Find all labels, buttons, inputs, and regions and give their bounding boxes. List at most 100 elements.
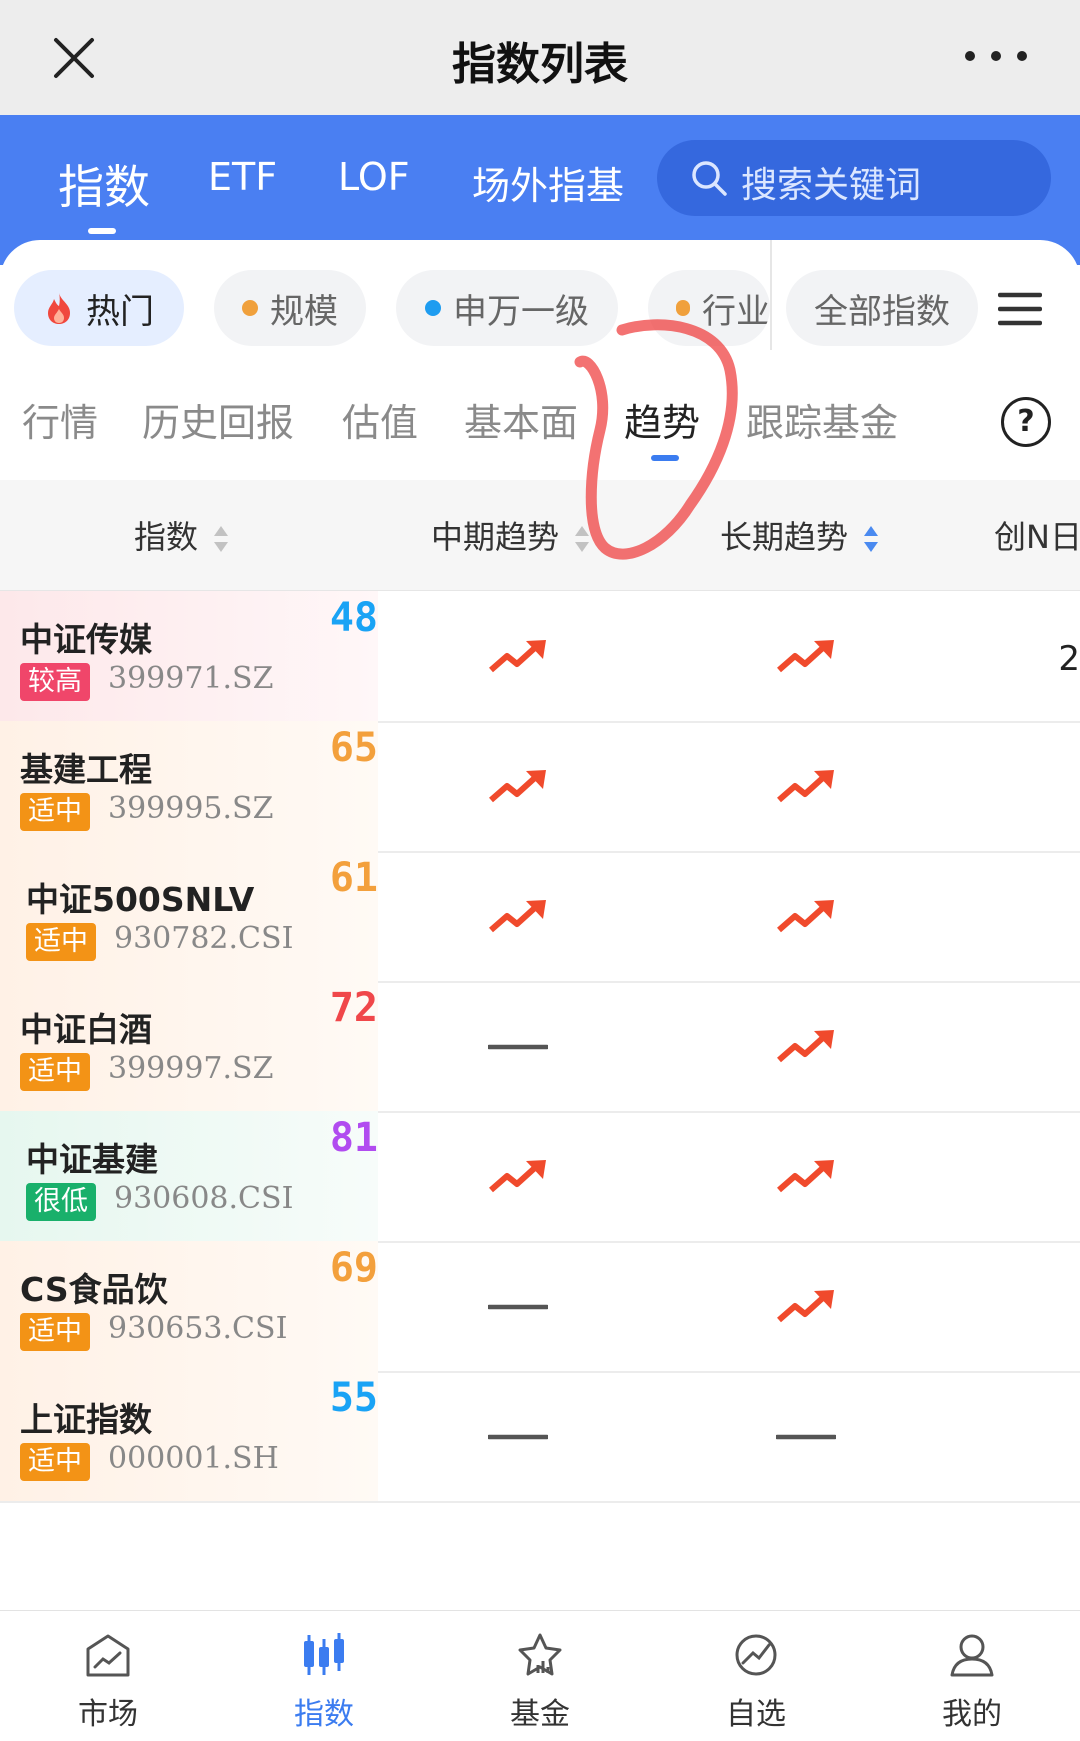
table-header: 指数 中期趋势 长期趋势 创N日	[0, 480, 1080, 591]
subtab-trend[interactable]: 趋势	[624, 392, 700, 447]
table-row[interactable]: 基建工程适中 399995.SZ 65	[0, 721, 1080, 853]
table-row[interactable]: 中证500SNLV 适中 930782.CSI 61	[0, 851, 1080, 983]
menu-icon[interactable]	[998, 292, 1042, 326]
sort-icon	[864, 526, 879, 552]
tab-otc-index-fund[interactable]: 场外指基	[472, 155, 624, 210]
trend-up-icon	[777, 770, 834, 803]
chip-scale[interactable]: 规模	[214, 270, 366, 346]
index-name: 基建工程	[20, 750, 152, 789]
nav-fund[interactable]: 基金	[432, 1611, 648, 1741]
subtab-history-return[interactable]: 历史回报	[142, 392, 294, 447]
trend-up-icon	[489, 770, 546, 803]
chip-industry[interactable]: 行业	[648, 270, 770, 346]
index-info-cell: 中证500SNLV 适中 930782.CSI 61	[0, 851, 378, 981]
valuation-badge: 较高	[20, 663, 90, 701]
flame-icon	[48, 293, 70, 324]
col-new-high[interactable]: 创N日	[994, 512, 1080, 558]
nav-label: 指数	[294, 1697, 354, 1732]
index-info-cell: 基建工程适中 399995.SZ 65	[0, 721, 378, 851]
dot-icon	[676, 300, 690, 316]
nav-watchlist[interactable]: 自选	[648, 1611, 864, 1741]
index-info-cell: 中证传媒较高 399971.SZ 48	[0, 591, 378, 721]
temperature-score: 48	[329, 595, 378, 641]
index-name: 中证传媒	[20, 620, 152, 659]
index-name: 中证基建	[26, 1140, 158, 1179]
more-icon[interactable]	[956, 46, 1036, 66]
subtab-tracking-funds[interactable]: 跟踪基金	[746, 392, 898, 447]
trend-flat-icon	[776, 1434, 836, 1440]
index-code: 930782.CSI	[114, 921, 294, 956]
chip-hot[interactable]: 热门	[14, 270, 184, 346]
index-info-cell: 中证基建 很低 930608.CSI 81	[0, 1111, 378, 1241]
temperature-score: 69	[329, 1245, 378, 1291]
search-input[interactable]: 搜索关键词	[657, 140, 1051, 216]
trend-up-icon	[777, 1290, 834, 1323]
content-card: 热门 规模 申万一级 行业 全部指数 行情 历史回报 估值 基本面 趋势 跟踪基…	[0, 240, 1080, 1610]
index-code: 399997.SZ	[108, 1051, 274, 1086]
index-info-cell: 上证指数 适中 000001.SH 55	[0, 1371, 378, 1501]
tab-index[interactable]: 指数	[58, 151, 150, 217]
subtab-fundamentals[interactable]: 基本面	[464, 392, 578, 447]
col-index[interactable]: 指数	[134, 512, 230, 558]
chip-label: 全部指数	[814, 291, 950, 332]
tab-lof[interactable]: LOF	[338, 155, 410, 199]
col-long-label: 长期趋势	[720, 518, 849, 556]
market-icon	[86, 1634, 130, 1677]
dot-icon	[242, 300, 258, 316]
sort-icon	[575, 526, 590, 552]
dot-icon	[425, 300, 441, 316]
temperature-score: 61	[329, 855, 378, 901]
trend-up-icon	[777, 1160, 834, 1193]
trend-up-icon	[777, 640, 834, 673]
help-icon[interactable]: ?	[1001, 397, 1051, 447]
chip-sw-level1[interactable]: 申万一级	[396, 270, 618, 346]
nav-index[interactable]: 指数	[216, 1611, 432, 1741]
col-index-label: 指数	[134, 518, 199, 556]
table-row[interactable]: 中证传媒较高 399971.SZ 48 2	[0, 591, 1080, 723]
valuation-badge: 适中	[20, 793, 90, 831]
table-row[interactable]: 上证指数 适中 000001.SH 55	[0, 1371, 1080, 1503]
temperature-score: 81	[329, 1115, 378, 1161]
nav-market[interactable]: 市场	[0, 1611, 216, 1741]
temperature-score: 65	[329, 725, 378, 771]
valuation-badge: 适中	[20, 1053, 90, 1091]
temperature-score: 55	[329, 1375, 378, 1421]
chip-label: 申万一级	[453, 291, 589, 332]
valuation-badge: 很低	[26, 1183, 96, 1221]
nav-label: 自选	[726, 1697, 786, 1732]
index-code: 000001.SH	[108, 1441, 279, 1476]
chip-label: 行业	[702, 291, 770, 332]
user-icon	[950, 1634, 994, 1677]
col-mid-trend[interactable]: 中期趋势	[431, 512, 591, 558]
table-row[interactable]: 中证白酒 适中 399997.SZ 72	[0, 981, 1080, 1113]
trend-up-icon	[489, 900, 546, 933]
index-code: 930653.CSI	[108, 1311, 288, 1346]
chip-label: 规模	[270, 291, 338, 332]
subtab-valuation[interactable]: 估值	[342, 392, 418, 447]
bottom-nav: 市场 指数 基金 自选 我的	[0, 1610, 1080, 1741]
col-long-trend[interactable]: 长期趋势	[720, 512, 880, 558]
tab-etf[interactable]: ETF	[208, 155, 277, 199]
nav-mine[interactable]: 我的	[864, 1611, 1080, 1741]
valuation-badge: 适中	[20, 1313, 90, 1351]
valuation-badge: 适中	[20, 1443, 90, 1481]
title-bar: 指数列表	[0, 0, 1080, 115]
trend-up-icon	[489, 1160, 546, 1193]
temperature-score: 72	[329, 985, 378, 1031]
table-row[interactable]: CS食品饮 适中 930653.CSI 69	[0, 1241, 1080, 1373]
nav-label: 市场	[78, 1697, 138, 1732]
chip-all-index[interactable]: 全部指数	[786, 270, 978, 346]
trend-flat-icon	[488, 1304, 548, 1310]
new-high-days: 2	[1058, 639, 1080, 679]
tab-indicator	[88, 228, 116, 234]
search-icon	[692, 161, 727, 196]
index-code: 399995.SZ	[108, 791, 274, 826]
col-mid-label: 中期趋势	[431, 518, 560, 556]
nav-label: 我的	[942, 1697, 1002, 1732]
subtab-quote[interactable]: 行情	[22, 392, 98, 447]
chip-divider	[770, 240, 772, 350]
index-info-cell: 中证白酒 适中 399997.SZ 72	[0, 981, 378, 1111]
index-code: 399971.SZ	[108, 661, 274, 696]
chip-label: 热门	[86, 291, 154, 332]
table-row[interactable]: 中证基建 很低 930608.CSI 81	[0, 1111, 1080, 1243]
